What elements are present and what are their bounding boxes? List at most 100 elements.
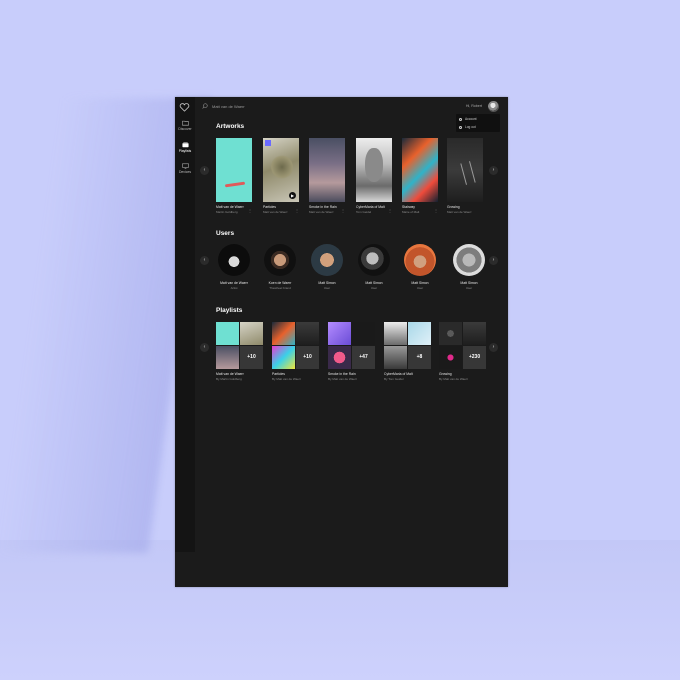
top-bar: Hi, Robert	[200, 101, 500, 113]
more-icon[interactable]: ⋮	[248, 208, 252, 213]
monitor-icon	[181, 163, 189, 169]
artwork-card[interactable]: ▶ Particles Matt van de Waerr ⋮	[263, 138, 299, 214]
playlist-title: Growing	[439, 372, 452, 376]
more-icon[interactable]: ⋮	[295, 208, 299, 213]
playlist-author: By Tom Geidel	[384, 377, 404, 381]
artwork-card[interactable]: Matt van de Waerr Martin Goldberg ⋮	[216, 138, 252, 214]
more-icon[interactable]: ⋮	[341, 208, 345, 213]
playlist-card[interactable]: +10 Particles By Matt van de Waerr	[272, 322, 319, 381]
more-icon[interactable]: ⋮	[434, 208, 438, 213]
sidebar-item-devices[interactable]: Devices	[175, 163, 195, 174]
user-role: User	[370, 286, 378, 290]
artwork-artist: Matt van de Waerr	[263, 210, 288, 214]
heart-logo-icon[interactable]	[179, 103, 190, 112]
artwork-card[interactable]: Stairway Marie of Malt ⋮	[402, 138, 438, 214]
avatar	[264, 244, 296, 276]
user-name: Matt Simon	[365, 281, 383, 285]
sidebar-item-label: Devices	[178, 170, 192, 174]
playlist-count: +230	[463, 346, 486, 369]
avatar	[218, 244, 250, 276]
artwork-title: Smoke in the Rain	[309, 205, 337, 209]
playlist-title: Matt van de Waerr	[216, 372, 244, 376]
chevron-left-icon[interactable]: ‹	[200, 166, 209, 175]
playlist-cover: +230	[439, 322, 486, 369]
user-role: User	[465, 286, 473, 290]
user-role: User	[416, 286, 424, 290]
artwork-title: Growing	[447, 205, 460, 209]
user-greeting[interactable]: Hi, Robert	[466, 104, 482, 108]
sidebar-item-playlists[interactable]: Playlists	[175, 142, 195, 153]
search-input[interactable]	[212, 102, 332, 110]
sidebar-item-label: Playlists	[178, 149, 192, 153]
user-card[interactable]: Koen de Waerr Thewheel brand	[262, 244, 298, 290]
playlist-cover: +47	[328, 322, 375, 369]
sidebar: Discover Playlists Devices	[175, 97, 195, 552]
chevron-left-icon[interactable]: ‹	[200, 343, 209, 352]
playlist-count: +8	[408, 346, 431, 369]
artwork-thumbnail	[447, 138, 483, 202]
artwork-artist: Tom Geidel	[356, 210, 372, 214]
playlist-cover: +10	[216, 322, 263, 369]
playlist-card[interactable]: +10 Matt van de Waerr By Martin Goldberg	[216, 322, 263, 381]
artwork-thumbnail	[309, 138, 345, 202]
avatar[interactable]	[488, 101, 499, 112]
chevron-left-icon[interactable]: ‹	[200, 256, 209, 265]
playlist-author: By Matt van de Waerr	[439, 377, 468, 381]
user-menu: Account Log out	[456, 114, 500, 132]
folder-icon	[181, 120, 189, 126]
user-card[interactable]: Matt Simon User	[356, 244, 392, 290]
playlist-count: +10	[240, 346, 263, 369]
playlist-card[interactable]: +230 Growing By Matt van de Waerr	[439, 322, 486, 381]
play-icon[interactable]: ▶	[289, 192, 296, 199]
playlist-author: By Martin Goldberg	[216, 377, 242, 381]
user-card[interactable]: Matt Simon User	[402, 244, 438, 290]
artwork-thumbnail	[356, 138, 392, 202]
chevron-right-icon[interactable]: ›	[489, 166, 498, 175]
playlist-title: Smoke in the Rain	[328, 372, 356, 376]
artwork-card[interactable]: CyberMaria of Malt Tom Geidel ⋮	[356, 138, 392, 214]
artwork-thumbnail	[402, 138, 438, 202]
chevron-right-icon[interactable]: ›	[489, 343, 498, 352]
artwork-artist: Marie of Malt	[402, 210, 420, 214]
menu-item-label: Log out	[465, 125, 476, 129]
section-title-users: Users	[216, 230, 235, 237]
playlist-card[interactable]: +47 Smoke in the Rain By Matt van de Wae…	[328, 322, 375, 381]
user-name: Matt Simon	[460, 281, 478, 285]
playlist-cover: +8	[384, 322, 431, 369]
artwork-title: Stairway	[402, 205, 416, 209]
avatar	[358, 244, 390, 276]
user-role: Artist	[230, 286, 238, 290]
playlist-cover: +10	[272, 322, 319, 369]
menu-item-logout[interactable]: Log out	[459, 125, 476, 129]
playlist-count: +47	[352, 346, 375, 369]
playlist-author: By Matt van de Waerr	[328, 377, 357, 381]
playlist-icon	[181, 142, 189, 148]
user-card[interactable]: Matt Simon User	[309, 244, 345, 290]
user-name: Matt van de Waerr	[220, 281, 248, 285]
user-icon	[459, 117, 462, 121]
playlist-author: By Matt van de Waerr	[272, 377, 301, 381]
sidebar-item-label: Discover	[178, 127, 192, 131]
section-title-playlists: Playlists	[216, 307, 243, 314]
user-card[interactable]: Matt Simon User	[451, 244, 487, 290]
sidebar-item-discover[interactable]: Discover	[175, 120, 195, 131]
user-role: Thewheel brand	[269, 286, 291, 290]
chevron-right-icon[interactable]: ›	[489, 256, 498, 265]
playlist-title: Particles	[272, 372, 286, 376]
artwork-artist: Matt van de Waerr	[309, 210, 334, 214]
avatar	[311, 244, 343, 276]
artwork-title: Particles	[263, 205, 277, 209]
playlist-title: CyberMaria of Malt	[384, 372, 413, 376]
user-card[interactable]: Matt van de Waerr Artist	[216, 244, 252, 290]
tablet-screen: Discover Playlists Devices Hi, Robert	[175, 97, 508, 587]
artwork-card[interactable]: Growing Matt van de Waerr	[447, 138, 483, 214]
menu-item-label: Account	[465, 117, 477, 121]
playlist-card[interactable]: +8 CyberMaria of Malt By Tom Geidel	[384, 322, 431, 381]
more-icon[interactable]: ⋮	[388, 208, 392, 213]
menu-item-account[interactable]: Account	[459, 117, 477, 121]
logout-icon	[459, 125, 462, 129]
search-icon[interactable]	[202, 103, 208, 109]
artwork-thumbnail: ▶	[263, 138, 299, 202]
user-role: User	[323, 286, 331, 290]
artwork-card[interactable]: Smoke in the Rain Matt van de Waerr ⋮	[309, 138, 345, 214]
